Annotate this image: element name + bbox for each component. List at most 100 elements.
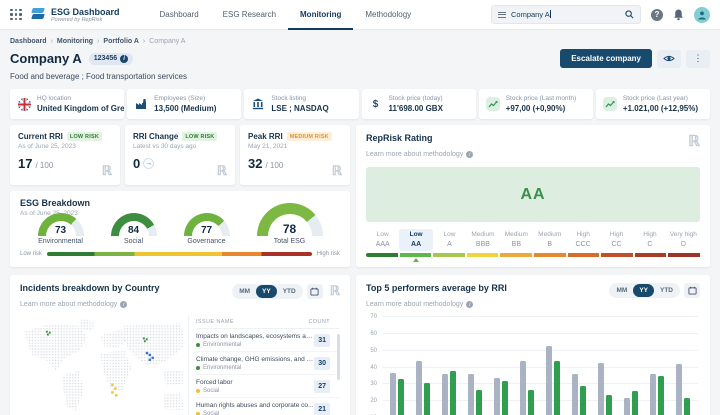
- esg-dashboard-logo-icon: [31, 8, 46, 21]
- reprisk-logo-icon: ℝ: [330, 283, 340, 299]
- info-card-stock-listing: Stock listing LSE ; NASDAQ: [244, 89, 358, 119]
- gauge-environmental: 73 Environmental: [38, 213, 84, 245]
- risk-badge: MEDIUM RISK: [287, 132, 332, 141]
- bar-group: [390, 317, 404, 415]
- calendar-button[interactable]: [684, 283, 700, 298]
- watch-eye-button[interactable]: [657, 50, 681, 68]
- calendar-icon: [310, 287, 319, 296]
- escalate-company-button[interactable]: Escalate company: [560, 49, 652, 68]
- col-count: COUNT: [308, 319, 330, 325]
- high-risk-label: High risk: [317, 251, 340, 257]
- bar-top-5-average: [606, 395, 612, 415]
- risk-scale-legend: Low risk High risk: [20, 251, 340, 257]
- incidents-title: Incidents breakdown by Country: [20, 283, 160, 293]
- breadcrumb-dashboard[interactable]: Dashboard: [10, 38, 47, 45]
- y-tick-label: 20: [370, 398, 377, 404]
- period-toggle-group: MM YY YTD: [232, 284, 303, 299]
- breadcrumb-portfolio-a[interactable]: Portfolio A: [103, 38, 139, 45]
- company-id: 123456: [94, 55, 117, 62]
- col-issue-name: ISSUE NAME: [196, 319, 234, 325]
- company-id-badge: 123456 i: [89, 53, 133, 65]
- bar-top-5-average: [658, 376, 664, 415]
- reprisk-logo-icon: ℝ: [217, 163, 227, 179]
- y-tick-label: 40: [370, 365, 377, 371]
- incident-row[interactable]: Impacts on landscapes, ecosystems an... …: [196, 329, 340, 352]
- card-title: Current RRI: [18, 132, 63, 141]
- bar-group: [572, 317, 586, 415]
- company-description: Food and beverage ; Food transportation …: [10, 72, 710, 81]
- bar-company: [468, 374, 474, 415]
- search-icon[interactable]: [625, 10, 634, 19]
- nav-monitoring[interactable]: Monitoring: [288, 0, 353, 30]
- help-icon[interactable]: ?: [651, 9, 663, 21]
- search-input[interactable]: Company A: [491, 5, 641, 24]
- bar-group: [442, 317, 456, 415]
- y-tick-label: 50: [370, 348, 377, 354]
- breadcrumb-separator: ›: [51, 38, 53, 45]
- top5-title: Top 5 performers average by RRI: [366, 283, 507, 293]
- toggle-ytd[interactable]: YTD: [277, 285, 302, 298]
- factory-icon: [134, 97, 148, 111]
- rri-value: 17: [18, 156, 32, 171]
- app-launcher-icon[interactable]: [10, 9, 22, 21]
- info-label: HQ location: [37, 95, 124, 102]
- y-tick-label: 60: [370, 331, 377, 337]
- nav-methodology[interactable]: Methodology: [353, 0, 423, 30]
- incidents-by-country-card: Incidents breakdown by Country Learn mor…: [10, 275, 350, 415]
- methodology-link[interactable]: Learn more about methodologyi: [366, 151, 473, 158]
- bar-group: [676, 317, 690, 415]
- company-info-row: HQ location United Kingdom of Great... E…: [10, 89, 710, 119]
- rating-value-box: AA: [366, 167, 700, 222]
- top5-performers-card: Top 5 performers average by RRI Learn mo…: [356, 275, 710, 415]
- incident-row[interactable]: Climate change, GHG emissions, and gl...…: [196, 352, 340, 375]
- risk-badge: LOW RISK: [67, 132, 102, 141]
- incident-row[interactable]: Human rights abuses and corporate co... …: [196, 398, 340, 415]
- y-tick-label: 70: [370, 314, 377, 320]
- toggle-yy[interactable]: YY: [256, 285, 277, 298]
- trend-up-icon: [603, 97, 617, 111]
- bar-top-5-average: [528, 390, 534, 415]
- risk-badge: LOW RISK: [182, 132, 217, 141]
- breadcrumb-monitoring[interactable]: Monitoring: [57, 38, 93, 45]
- search-menu-icon[interactable]: [498, 12, 506, 18]
- bar-company: [390, 373, 396, 415]
- world-map: [20, 316, 188, 415]
- user-avatar[interactable]: [694, 7, 710, 23]
- breadcrumb: Dashboard› Monitoring› Portfolio A› Comp…: [10, 38, 710, 45]
- top5-chart-plot: [382, 317, 698, 415]
- nav-dashboard[interactable]: Dashboard: [148, 0, 211, 30]
- methodology-link[interactable]: Learn more about methodologyi: [366, 301, 473, 308]
- y-tick-label: 30: [370, 381, 377, 387]
- bar-group: [416, 317, 430, 415]
- nav-esg-research[interactable]: ESG Research: [211, 0, 288, 30]
- toggle-mm[interactable]: MM: [610, 284, 633, 297]
- notifications-bell-icon[interactable]: [673, 9, 684, 21]
- bar-group: [494, 317, 508, 415]
- trend-up-icon: [486, 97, 500, 111]
- bar-top-5-average: [580, 386, 586, 415]
- bar-company: [676, 364, 682, 415]
- incident-row[interactable]: Forced labor Social 27: [196, 375, 340, 398]
- uk-flag-icon: [18, 98, 31, 111]
- search-value: Company A: [511, 10, 550, 19]
- incident-count: 27: [314, 380, 330, 393]
- logo-text: ESG Dashboard Powered by RepRisk: [51, 7, 120, 23]
- bar-top-5-average: [476, 390, 482, 415]
- calendar-button[interactable]: [307, 284, 323, 299]
- toggle-yy[interactable]: YY: [633, 284, 654, 297]
- info-icon: i: [120, 301, 127, 308]
- incident-count: 21: [314, 403, 330, 415]
- rating-scale-grid: LowAAA LowAA LowA MediumBBB MediumBB Med…: [366, 229, 700, 251]
- esg-breakdown-card: ESG Breakdown As of June 25, 2023 73 Env…: [10, 191, 350, 267]
- toggle-ytd[interactable]: YTD: [654, 284, 679, 297]
- low-risk-label: Low risk: [20, 251, 42, 257]
- table-scrollbar[interactable]: [337, 334, 340, 380]
- methodology-link[interactable]: Learn more about methodologyi: [20, 301, 127, 308]
- gauge-social: 84 Social: [111, 213, 157, 245]
- more-options-kebab-button[interactable]: ⋮: [686, 50, 710, 68]
- toggle-mm[interactable]: MM: [233, 285, 256, 298]
- incident-count: 30: [314, 357, 330, 370]
- info-card-stock-price-month: Stock price (Last month) +97,00 (+0,90%): [479, 89, 593, 119]
- info-icon[interactable]: i: [120, 55, 128, 63]
- bar-top-5-average: [398, 379, 404, 415]
